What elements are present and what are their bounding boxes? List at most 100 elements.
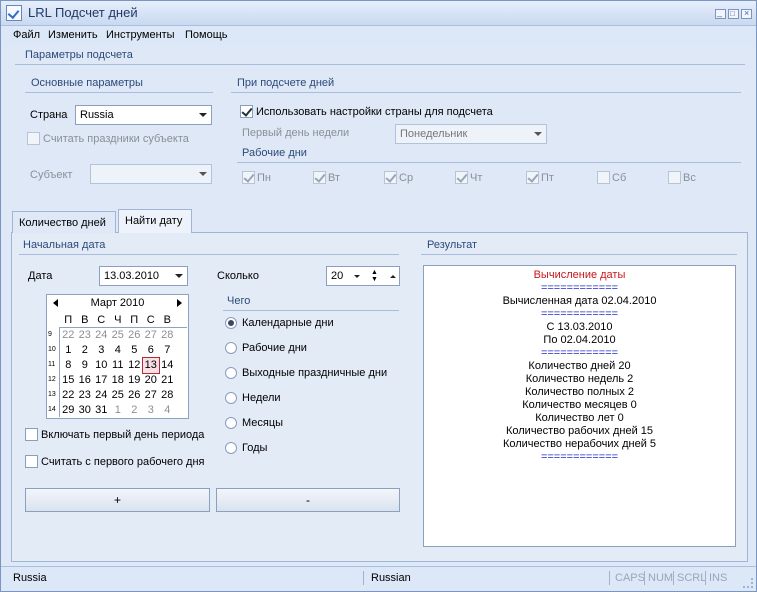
menu-help[interactable]: Помощь	[185, 29, 228, 41]
calendar-day[interactable]: 8	[60, 358, 77, 373]
calendar-day[interactable]: 27	[143, 388, 160, 403]
calendar-day[interactable]: 2	[77, 343, 94, 358]
close-icon[interactable]	[741, 8, 752, 19]
first-weekday-value: Понедельник	[400, 128, 468, 140]
weekday-sat-checkbox[interactable]	[597, 171, 610, 184]
calendar-day[interactable]: 18	[110, 373, 127, 388]
unit-holidays-radio[interactable]	[225, 367, 237, 379]
add-button[interactable]: +	[25, 488, 210, 512]
calendar-day[interactable]: 28	[159, 328, 176, 343]
calendar-day[interactable]: 17	[93, 373, 110, 388]
resize-grip-icon[interactable]	[743, 578, 753, 588]
calendar-day[interactable]: 22	[60, 328, 77, 343]
chevron-up-icon[interactable]	[390, 275, 396, 278]
calendar-day[interactable]: 4	[110, 343, 127, 358]
calendar-day[interactable]: 25	[110, 328, 127, 343]
status-divider	[363, 571, 364, 585]
calendar-day[interactable]: 19	[126, 373, 143, 388]
date-picker[interactable]: 13.03.2010	[99, 266, 188, 286]
next-month-icon[interactable]	[177, 299, 182, 307]
unit-calendar-days-radio[interactable]	[225, 317, 237, 329]
calendar-day[interactable]: 14	[159, 358, 176, 373]
unit-months-radio[interactable]	[225, 417, 237, 429]
count-holidays-checkbox[interactable]	[27, 132, 40, 145]
tab-find-date[interactable]: Найти дату	[118, 209, 192, 233]
unit-work-days-radio[interactable]	[225, 342, 237, 354]
calendar-day[interactable]: 7	[159, 343, 176, 358]
result-heading: Вычисление даты	[533, 269, 626, 281]
calendar-day[interactable]: 23	[77, 328, 94, 343]
calendar-day[interactable]: 12	[126, 358, 143, 373]
calendar-day[interactable]: 5	[126, 343, 143, 358]
calendar-day[interactable]: 10	[93, 358, 110, 373]
params-divider	[15, 64, 745, 65]
calendar-day[interactable]: 3	[143, 403, 160, 418]
window-title: LRL Подсчет дней	[28, 5, 138, 20]
from-first-workday-checkbox[interactable]	[25, 455, 38, 468]
calendar-day[interactable]: 21	[159, 373, 176, 388]
chevron-down-icon[interactable]	[354, 275, 360, 278]
include-first-day-checkbox[interactable]	[25, 428, 38, 441]
amount-stepper[interactable]: 20 ▲ ▼	[326, 266, 400, 286]
counting-divider	[231, 92, 741, 93]
calendar-day[interactable]: 24	[93, 388, 110, 403]
result-separator: ============	[540, 347, 619, 359]
weekday-sat-label: Сб	[612, 172, 627, 184]
calendar-day[interactable]: 23	[77, 388, 94, 403]
calendar-day-selected[interactable]: 13	[141, 357, 160, 374]
status-country: Russia	[13, 572, 47, 584]
calendar-day[interactable]: 1	[60, 343, 77, 358]
weekday-fri-checkbox[interactable]	[526, 171, 539, 184]
title-bar[interactable]: LRL Подсчет дней	[1, 1, 756, 26]
calendar-day[interactable]: 20	[143, 373, 160, 388]
calendar-day[interactable]: 3	[93, 343, 110, 358]
tab-days-count[interactable]: Количество дней	[12, 211, 116, 233]
calendar-day[interactable]: 6	[143, 343, 160, 358]
minimize-icon[interactable]	[715, 7, 726, 19]
calendar-day[interactable]: 29	[60, 403, 77, 418]
calendar-day[interactable]: 15	[60, 373, 77, 388]
calendar-day[interactable]: 26	[126, 388, 143, 403]
unit-weeks-radio[interactable]	[225, 392, 237, 404]
calendar-day[interactable]: 30	[77, 403, 94, 418]
maximize-icon[interactable]	[728, 9, 739, 19]
calendar-day[interactable]: 28	[159, 388, 176, 403]
subject-select[interactable]	[90, 164, 212, 184]
up-down-arrows-icon[interactable]: ▲ ▼	[371, 269, 378, 283]
menu-bar: Файл Изменить Инструменты Помощь	[1, 26, 756, 46]
calendar-day[interactable]: 4	[159, 403, 176, 418]
first-weekday-select[interactable]: Понедельник	[395, 124, 547, 144]
result-box[interactable]: Вычисление даты ============ Вычисленная д…	[423, 265, 736, 547]
count-holidays-label: Считать праздники субъекта	[43, 133, 189, 145]
unit-years-radio[interactable]	[225, 442, 237, 454]
calendar-day[interactable]: 11	[110, 358, 127, 373]
date-label: Дата	[28, 270, 53, 282]
calendar-day[interactable]: 31	[93, 403, 110, 418]
weekday-tue-checkbox[interactable]	[313, 171, 326, 184]
calendar-day[interactable]: 16	[77, 373, 94, 388]
menu-tools[interactable]: Инструменты	[106, 29, 175, 41]
calendar-day[interactable]: 25	[110, 388, 127, 403]
calendar-weekday-header: В	[163, 314, 171, 326]
subtract-button[interactable]: -	[216, 488, 400, 512]
calendar-day[interactable]: 2	[126, 403, 143, 418]
menu-edit[interactable]: Изменить	[48, 29, 98, 41]
unit-work-days-label: Рабочие дни	[242, 342, 307, 354]
weekday-sun-checkbox[interactable]	[668, 171, 681, 184]
calendar-day[interactable]: 26	[126, 328, 143, 343]
calendar-day[interactable]: 24	[93, 328, 110, 343]
calendar-day[interactable]: 9	[77, 358, 94, 373]
calendar-weekday-header: С	[97, 314, 106, 326]
weekday-thu-checkbox[interactable]	[455, 171, 468, 184]
use-country-settings-checkbox[interactable]	[240, 105, 253, 118]
menu-file[interactable]: Файл	[13, 29, 40, 41]
weekday-wed-checkbox[interactable]	[384, 171, 397, 184]
calendar-header-divider	[59, 327, 187, 328]
country-select[interactable]: Russia	[75, 105, 212, 125]
params-title: Параметры подсчета	[25, 49, 133, 61]
calendar-day[interactable]: 1	[110, 403, 127, 418]
weekday-mon-checkbox[interactable]	[242, 171, 255, 184]
calendar-day[interactable]: 22	[60, 388, 77, 403]
calendar-day[interactable]: 27	[143, 328, 160, 343]
amount-label: Сколько	[217, 270, 259, 282]
